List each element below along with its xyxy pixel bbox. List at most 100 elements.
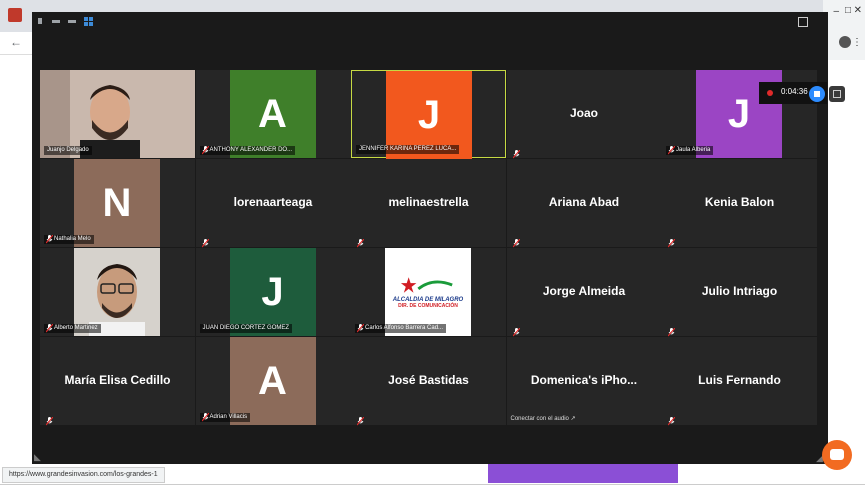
meeting-window: Juanjo Delgado A ANTHONY ALEXANDER DO... J J…	[32, 12, 845, 464]
muted-mic-icon	[45, 235, 54, 244]
participant-tile[interactable]: Domenica's iPho... Conectar con el audio …	[506, 337, 662, 425]
participant-label-text: Carlos Alfonso Barrera Cad...	[365, 325, 444, 331]
participant-name-label: Adrian Villacis	[199, 413, 251, 422]
participant-name: Domenica's iPho...	[530, 373, 638, 387]
participant-tile[interactable]: Kenia Balon	[662, 159, 817, 248]
muted-mic-icon	[45, 324, 54, 333]
participant-label-text: Alberto Martinez	[54, 325, 98, 331]
speaker-view-icon[interactable]	[798, 17, 808, 27]
participant-tile[interactable]: Julio Intriago	[662, 248, 817, 337]
muted-mic-icon	[667, 413, 676, 426]
muted-mic-icon	[667, 324, 676, 337]
status-bar-url: https://www.grandesinvasion.com/los-gran…	[2, 467, 165, 483]
participant-name-label: Carlos Alfonso Barrera Cad...	[355, 324, 447, 333]
participant-tile[interactable]: J JENNIFER KARINA PEREZ LUCA...	[351, 70, 506, 159]
avatar-initial: J	[727, 91, 751, 136]
page-banner-strip	[488, 462, 678, 483]
participant-video	[74, 248, 160, 336]
participant-name-label: Juanjo Delgado	[44, 146, 92, 155]
participant-tile[interactable]: Luis Fernando	[662, 337, 817, 426]
participant-tile[interactable]: Joao	[506, 70, 662, 159]
star-logo-icon	[400, 277, 453, 293]
gallery-view-icon[interactable]	[84, 17, 93, 26]
browser-right-controls: – □ ✕ ⋮	[823, 0, 865, 60]
close-icon[interactable]: ✕	[854, 5, 862, 16]
participant-name: lorenaarteaga	[233, 195, 313, 209]
participant-avatar: J	[229, 248, 316, 336]
avatar-initial: N	[102, 180, 132, 225]
participant-name-label: JUAN DIEGO CORTEZ GOMEZ	[199, 324, 293, 333]
logo-subtitle: DIR. DE COMUNICACIÓN	[398, 303, 458, 309]
profile-avatar[interactable]	[839, 36, 851, 48]
participant-name: Joao	[569, 106, 598, 120]
meeting-titlebar	[32, 12, 828, 38]
participant-name: Luis Fernando	[698, 373, 781, 387]
muted-mic-icon	[201, 413, 209, 422]
participant-tile[interactable]: melinaestrella	[351, 159, 506, 248]
participant-name: María Elisa Cedillo	[64, 373, 171, 387]
participant-label-text: ANTHONY ALEXANDER DO...	[209, 147, 293, 153]
record-dot-icon	[767, 90, 773, 96]
muted-mic-icon	[201, 235, 209, 248]
participant-tile[interactable]: ALCALDIA DE MILAGRO DIR. DE COMUNICACIÓN C…	[351, 248, 506, 336]
participant-name-label: Nathalia Melo	[44, 235, 94, 244]
muted-mic-icon	[201, 146, 209, 155]
chat-button[interactable]	[822, 440, 852, 470]
participant-name: Kenia Balon	[704, 195, 775, 209]
window-menu-icon[interactable]	[38, 18, 42, 24]
participant-tile[interactable]: A ANTHONY ALEXANDER DO...	[195, 70, 351, 158]
maximize-icon[interactable]: □	[845, 5, 851, 16]
muted-mic-icon	[356, 413, 365, 426]
participant-tile[interactable]: lorenaarteaga	[195, 159, 351, 248]
participant-name: Ariana Abad	[548, 195, 620, 209]
minimize-window-icon[interactable]	[52, 20, 60, 23]
stop-recording-button[interactable]	[809, 86, 825, 102]
avatar-initial: A	[258, 91, 287, 136]
muted-mic-icon	[512, 146, 520, 159]
connect-audio-label[interactable]: Conectar con el audio ↗	[511, 415, 576, 422]
participant-tile[interactable]: Ariana Abad	[506, 159, 662, 248]
restore-window-icon[interactable]	[68, 20, 76, 23]
minimize-icon[interactable]: –	[833, 6, 839, 17]
participant-name: Julio Intriago	[701, 284, 778, 298]
participant-name: José Bastidas	[388, 373, 469, 387]
participant-tile[interactable]: María Elisa Cedillo	[40, 337, 195, 426]
participant-tile[interactable]: A Adrian Villacis	[195, 337, 351, 425]
participant-tile[interactable]: Jorge Almeida	[506, 248, 662, 337]
muted-mic-icon	[356, 324, 365, 333]
muted-mic-icon	[667, 146, 676, 155]
participant-tile[interactable]: Alberto Martinez	[40, 248, 195, 336]
browser-tab-icon[interactable]	[8, 8, 22, 22]
participant-tile[interactable]: J JUAN DIEGO CORTEZ GOMEZ	[195, 248, 351, 336]
avatar-initial: J	[261, 269, 284, 314]
muted-mic-icon	[512, 324, 520, 337]
participant-avatar: N	[74, 159, 160, 247]
participant-label-text: Adrian Villacis	[209, 414, 248, 420]
participant-avatar: A	[229, 70, 316, 158]
participant-label-text: Juanjo Delgado	[47, 147, 89, 153]
participant-name-label: Jaula Alberia	[666, 146, 714, 155]
recording-time: 0:04:36	[781, 87, 808, 96]
muted-mic-icon	[512, 235, 520, 248]
participant-label-text: JUAN DIEGO CORTEZ GOMEZ	[202, 325, 290, 331]
muted-mic-icon	[356, 235, 365, 248]
participant-tile[interactable]: N Nathalia Melo	[40, 159, 195, 247]
participant-label-text: Jaula Alberia	[676, 147, 711, 153]
participant-video	[40, 70, 195, 158]
muted-mic-icon	[667, 235, 676, 248]
participant-label-text: JENNIFER KARINA PEREZ LUCA...	[359, 146, 457, 152]
resize-grip-icon[interactable]: ◣	[34, 452, 41, 463]
participant-logo: ALCALDIA DE MILAGRO DIR. DE COMUNICACIÓN	[385, 248, 471, 336]
participant-label-text: Nathalia Melo	[54, 236, 91, 242]
participant-name: Jorge Almeida	[542, 284, 626, 298]
participant-tile[interactable]: Juanjo Delgado	[40, 70, 195, 158]
kebab-menu-icon[interactable]: ⋮	[852, 37, 862, 48]
avatar-initial: A	[258, 358, 287, 403]
avatar-initial: J	[417, 92, 441, 137]
participant-name: melinaestrella	[388, 195, 469, 209]
participant-tile[interactable]: José Bastidas	[351, 337, 506, 426]
back-arrow-icon[interactable]: ←	[10, 35, 22, 49]
muted-mic-icon	[45, 413, 54, 426]
chat-bubble-icon	[830, 449, 844, 460]
pause-recording-button[interactable]	[829, 86, 845, 102]
